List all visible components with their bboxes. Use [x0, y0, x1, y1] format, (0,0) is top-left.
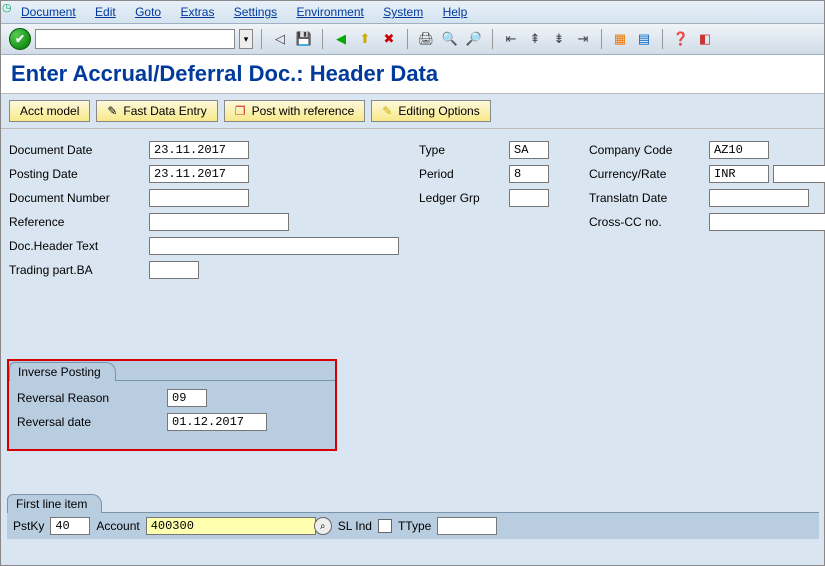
- menu-extras[interactable]: Extras: [180, 5, 214, 19]
- layout-icon[interactable]: ◧: [695, 29, 715, 49]
- doc-date-field[interactable]: [149, 141, 249, 159]
- company-field[interactable]: [709, 141, 769, 159]
- separator: [261, 29, 262, 49]
- menu-goto[interactable]: Goto: [135, 5, 161, 19]
- fast-entry-icon: ✎: [107, 104, 117, 118]
- exit-icon[interactable]: ⬆: [355, 29, 375, 49]
- next-page-icon[interactable]: ⇟: [549, 29, 569, 49]
- trading-field[interactable]: [149, 261, 199, 279]
- account-field[interactable]: [146, 517, 316, 535]
- post-reference-button[interactable]: ❐ Post with reference: [224, 100, 365, 122]
- first-line-tab: First line item: [7, 494, 102, 513]
- separator: [662, 29, 663, 49]
- fast-entry-label: Fast Data Entry: [123, 104, 206, 118]
- editing-options-button[interactable]: ✎ Editing Options: [371, 100, 490, 122]
- post-reference-label: Post with reference: [252, 104, 355, 118]
- rev-date-label: Reversal date: [17, 415, 167, 429]
- period-field[interactable]: [509, 165, 549, 183]
- last-page-icon[interactable]: ⇥: [573, 29, 593, 49]
- type-label: Type: [419, 143, 509, 157]
- header-text-field[interactable]: [149, 237, 399, 255]
- reference-label: Reference: [9, 215, 149, 229]
- reference-field[interactable]: [149, 213, 289, 231]
- post-date-field[interactable]: [149, 165, 249, 183]
- doc-date-label: Document Date: [9, 143, 149, 157]
- transdate-field[interactable]: [709, 189, 809, 207]
- header-text-label: Doc.Header Text: [9, 239, 149, 253]
- app-toolbar: Acct model ✎ Fast Data Entry ❐ Post with…: [1, 94, 824, 129]
- new-session-icon[interactable]: ▦: [610, 29, 630, 49]
- rev-reason-label: Reversal Reason: [17, 391, 167, 405]
- shortcut-icon[interactable]: ▤: [634, 29, 654, 49]
- form-area: Document Date Posting Date Document Numb…: [1, 129, 824, 539]
- menu-system[interactable]: System: [383, 5, 423, 19]
- back-green-icon[interactable]: ◀: [331, 29, 351, 49]
- ttype-label: TType: [398, 519, 431, 533]
- first-page-icon[interactable]: ⇤: [501, 29, 521, 49]
- find-next-icon[interactable]: 🔎: [464, 29, 484, 49]
- print-icon[interactable]: 🖨: [416, 29, 436, 49]
- menu-document[interactable]: Document: [21, 5, 76, 19]
- menu-bar: Document Edit Goto Extras Settings Envir…: [1, 1, 824, 24]
- crosscc-field[interactable]: [709, 213, 825, 231]
- crosscc-label: Cross-CC no.: [589, 215, 709, 229]
- help-icon[interactable]: ❓: [671, 29, 691, 49]
- currency-label: Currency/Rate: [589, 167, 709, 181]
- trading-label: Trading part.BA: [9, 263, 149, 277]
- editing-options-label: Editing Options: [398, 104, 479, 118]
- pstky-label: PstKy: [13, 519, 44, 533]
- acct-model-label: Acct model: [20, 104, 79, 118]
- page-title: Enter Accrual/Deferral Doc.: Header Data: [1, 55, 824, 94]
- system-toolbar: ✔ ▾ ◁ 💾 ◀ ⬆ ✖ 🖨 🔍 🔎 ⇤ ⇞ ⇟ ⇥ ▦ ▤ ❓ ◧: [1, 24, 824, 55]
- command-dropdown[interactable]: ▾: [239, 29, 253, 49]
- enter-button[interactable]: ✔: [9, 28, 31, 50]
- find-icon[interactable]: 🔍: [440, 29, 460, 49]
- currency-field[interactable]: [709, 165, 769, 183]
- menu-settings[interactable]: Settings: [234, 5, 277, 19]
- slind-label: SL Ind: [338, 519, 372, 533]
- type-field[interactable]: [509, 141, 549, 159]
- first-line-group: First line item PstKy Account ⌕ SL Ind T…: [7, 493, 819, 539]
- pstky-field[interactable]: [50, 517, 90, 535]
- pencil-icon: ✎: [382, 104, 392, 118]
- rate-field[interactable]: [773, 165, 825, 183]
- post-date-label: Posting Date: [9, 167, 149, 181]
- ttype-field[interactable]: [437, 517, 497, 535]
- rev-reason-field[interactable]: [167, 389, 207, 407]
- separator: [492, 29, 493, 49]
- separator: [601, 29, 602, 49]
- account-label: Account: [96, 519, 139, 533]
- cancel-icon[interactable]: ✖: [379, 29, 399, 49]
- rev-date-field[interactable]: [167, 413, 267, 431]
- fast-entry-button[interactable]: ✎ Fast Data Entry: [96, 100, 217, 122]
- inverse-posting-tab: Inverse Posting: [9, 362, 116, 381]
- account-f4-button[interactable]: ⌕: [314, 517, 332, 535]
- doc-num-field[interactable]: [149, 189, 249, 207]
- ledger-field[interactable]: [509, 189, 549, 207]
- company-label: Company Code: [589, 143, 709, 157]
- back-icon[interactable]: ◁: [270, 29, 290, 49]
- window-icon: ◷: [2, 1, 12, 14]
- command-field[interactable]: [35, 29, 235, 49]
- acct-model-button[interactable]: Acct model: [9, 100, 90, 122]
- menu-environment[interactable]: Environment: [297, 5, 364, 19]
- transdate-label: Translatn Date: [589, 191, 709, 205]
- save-icon[interactable]: 💾: [294, 29, 314, 49]
- copy-icon: ❐: [235, 104, 246, 118]
- prev-page-icon[interactable]: ⇞: [525, 29, 545, 49]
- period-label: Period: [419, 167, 509, 181]
- ledger-label: Ledger Grp: [419, 191, 509, 205]
- menu-help[interactable]: Help: [443, 5, 468, 19]
- inverse-posting-group: Inverse Posting Reversal Reason Reversal…: [7, 359, 337, 451]
- separator: [407, 29, 408, 49]
- doc-num-label: Document Number: [9, 191, 149, 205]
- separator: [322, 29, 323, 49]
- slind-checkbox[interactable]: [378, 519, 392, 533]
- menu-edit[interactable]: Edit: [95, 5, 116, 19]
